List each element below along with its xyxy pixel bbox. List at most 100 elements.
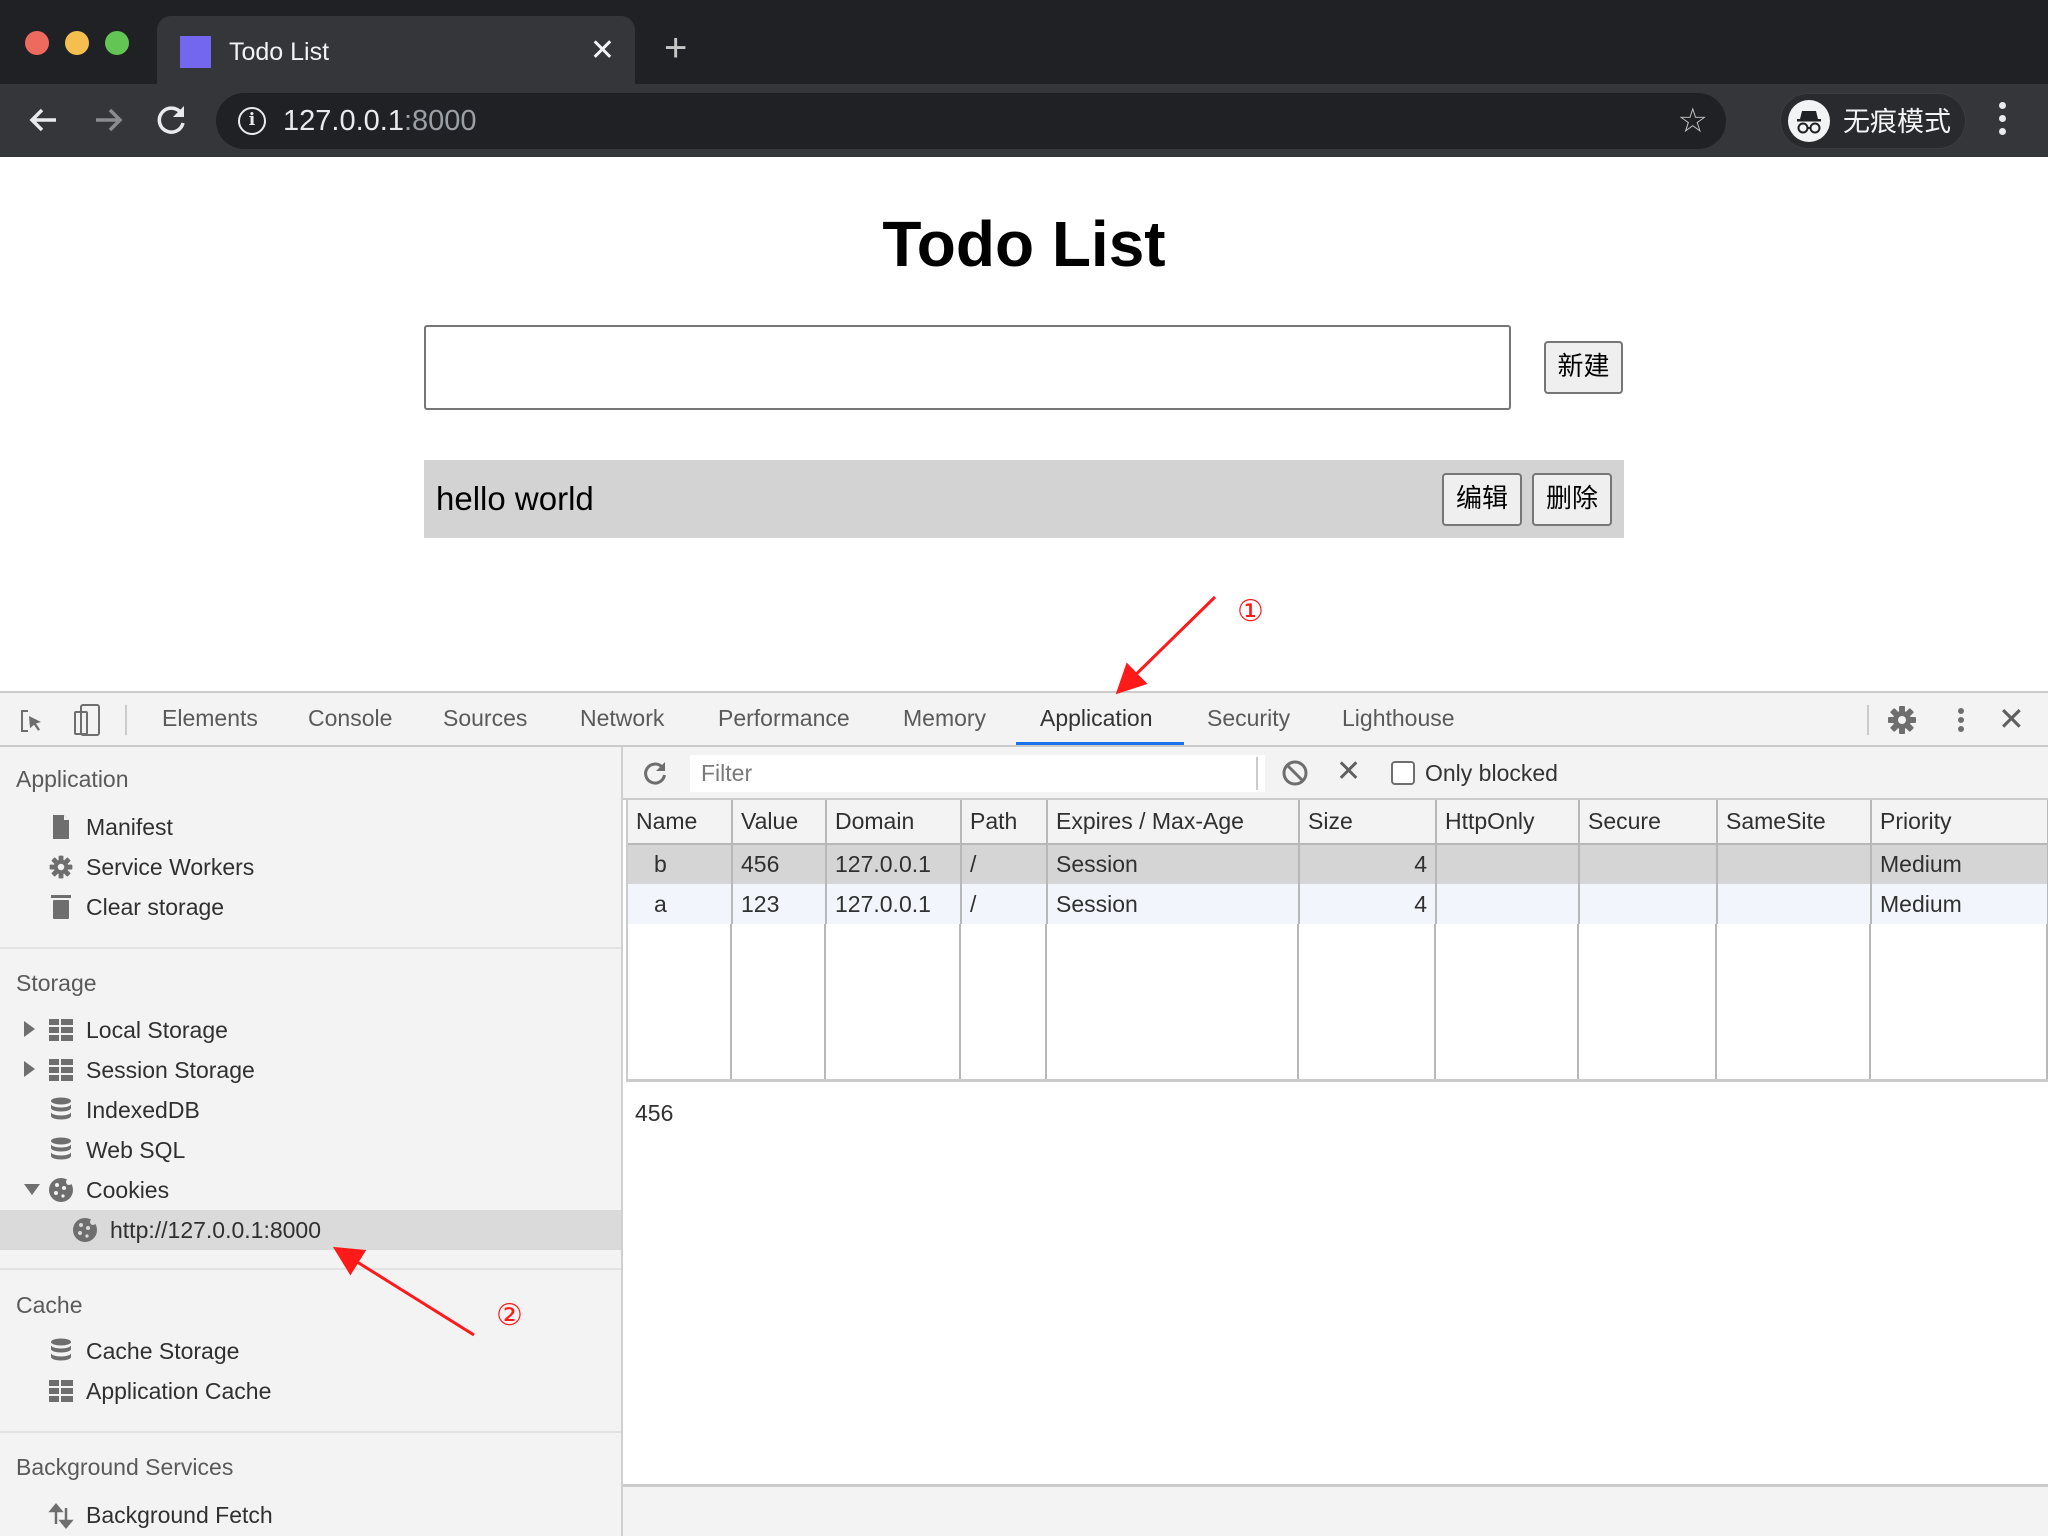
delete-selected-icon[interactable]: ✕: [1336, 755, 1361, 789]
cell-size: 4: [1299, 884, 1437, 924]
new-todo-input[interactable]: [424, 325, 1511, 410]
back-arrow-icon[interactable]: [22, 98, 66, 142]
new-todo-button[interactable]: 新建: [1544, 341, 1623, 394]
column-header[interactable]: Expires / Max-Age: [1047, 800, 1300, 845]
info-icon[interactable]: i: [238, 107, 266, 135]
filter-input[interactable]: [690, 755, 1265, 792]
toolbar-divider: [1256, 757, 1258, 790]
window-close-button[interactable]: [25, 31, 49, 55]
tab-application[interactable]: Application: [1038, 693, 1155, 745]
sidebar-item-cookie-origin[interactable]: http://127.0.0.1:8000: [0, 1210, 621, 1250]
section-title-cache: Cache: [16, 1292, 83, 1318]
sidebar-item-label: Manifest: [86, 814, 173, 840]
toolbar-divider: [125, 705, 127, 735]
tab-console[interactable]: Console: [306, 693, 394, 745]
window-maximize-button[interactable]: [105, 31, 129, 55]
tab-close-icon[interactable]: ✕: [590, 34, 615, 68]
active-tab-indicator: [1016, 742, 1184, 745]
incognito-profile-button[interactable]: 无痕模式: [1780, 93, 1966, 149]
grid-icon: [48, 1378, 74, 1404]
sidebar-item-application-cache[interactable]: Application Cache: [0, 1371, 621, 1411]
incognito-label: 无痕模式: [1843, 107, 1951, 137]
new-tab-button[interactable]: +: [664, 28, 687, 68]
section-divider: [0, 947, 621, 949]
cell-httponly: [1436, 844, 1580, 884]
tab-lighthouse[interactable]: Lighthouse: [1340, 693, 1457, 745]
window-minimize-button[interactable]: [65, 31, 89, 55]
device-toolbar-icon[interactable]: [72, 703, 102, 737]
delete-todo-button[interactable]: 删除: [1532, 473, 1612, 526]
cell-priority: Medium: [1871, 844, 2048, 884]
sidebar-item-label: Clear storage: [86, 894, 225, 920]
column-header[interactable]: Secure: [1579, 800, 1718, 845]
column-divider: [1434, 924, 1436, 1079]
reload-icon[interactable]: [150, 98, 194, 142]
column-header[interactable]: HttpOnly: [1436, 800, 1580, 845]
cell-secure: [1579, 884, 1718, 924]
sidebar-item-session-storage[interactable]: Session Storage: [0, 1050, 621, 1090]
section-title-storage: Storage: [16, 970, 97, 996]
sidebar-item-label: Cookies: [86, 1177, 170, 1203]
gear-icon: [48, 854, 74, 880]
sidebar-item-local-storage[interactable]: Local Storage: [0, 1010, 621, 1050]
column-header[interactable]: Name: [628, 800, 733, 845]
annotation-label-1: ①: [1237, 594, 1264, 629]
cell-domain: 127.0.0.1: [826, 884, 962, 924]
sidebar-item-service-workers[interactable]: Service Workers: [0, 847, 621, 887]
grid-icon: [48, 1017, 74, 1043]
expand-arrow-icon[interactable]: [24, 1021, 35, 1037]
devtools-close-icon[interactable]: ✕: [1998, 701, 2025, 737]
table-row[interactable]: a 123 127.0.0.1 / Session 4 Medium: [628, 884, 2048, 924]
clear-all-block-icon[interactable]: [1281, 759, 1309, 787]
column-header[interactable]: Size: [1299, 800, 1437, 845]
tab-performance[interactable]: Performance: [716, 693, 852, 745]
sidebar-item-web-sql[interactable]: Web SQL: [0, 1130, 621, 1170]
sidebar-item-cookies[interactable]: Cookies: [0, 1170, 621, 1210]
table-row[interactable]: b 456 127.0.0.1 / Session 4 Medium: [628, 844, 2048, 884]
edit-todo-button[interactable]: 编辑: [1442, 473, 1522, 526]
forward-arrow-icon[interactable]: [86, 98, 130, 142]
column-divider: [1045, 924, 1047, 1079]
grid-icon: [48, 1057, 74, 1083]
only-blocked-checkbox[interactable]: [1391, 761, 1415, 785]
sidebar-item-indexeddb[interactable]: IndexedDB: [0, 1090, 621, 1130]
refresh-icon[interactable]: [641, 759, 669, 787]
column-header[interactable]: SameSite: [1717, 800, 1872, 845]
settings-gear-icon[interactable]: [1886, 704, 1918, 736]
column-divider: [1715, 924, 1717, 1079]
browser-tab-active[interactable]: Todo List ✕: [157, 16, 635, 84]
tab-memory[interactable]: Memory: [901, 693, 988, 745]
todo-text: hello world: [436, 480, 594, 517]
inspect-element-icon[interactable]: [18, 707, 44, 733]
devtools-more-icon[interactable]: [1951, 705, 1971, 735]
devtools-panel: Elements Console Sources Network Perform…: [0, 691, 2048, 1536]
collapse-arrow-icon[interactable]: [24, 1184, 40, 1195]
column-header[interactable]: Priority: [1871, 800, 2048, 845]
sidebar-item-background-fetch[interactable]: Background Fetch: [0, 1495, 621, 1535]
browser-tab-strip: Todo List ✕ +: [0, 0, 2048, 84]
column-header[interactable]: Domain: [826, 800, 962, 845]
sidebar-item-cache-storage[interactable]: Cache Storage: [0, 1331, 621, 1371]
tab-network[interactable]: Network: [578, 693, 666, 745]
column-header[interactable]: Path: [961, 800, 1048, 845]
cell-value: 123: [732, 884, 827, 924]
cell-domain: 127.0.0.1: [826, 844, 962, 884]
browser-toolbar: i 127.0.0.1:8000 ☆ 无痕模式: [0, 84, 2048, 157]
cell-samesite: [1717, 844, 1872, 884]
sidebar-item-label: http://127.0.0.1:8000: [110, 1217, 322, 1243]
bookmark-star-icon[interactable]: ☆: [1678, 101, 1708, 141]
column-header[interactable]: Value: [732, 800, 827, 845]
cell-priority: Medium: [1871, 884, 2048, 924]
tab-sources[interactable]: Sources: [441, 693, 529, 745]
sidebar-item-manifest[interactable]: Manifest: [0, 807, 621, 847]
cell-value: 456: [732, 844, 827, 884]
column-divider: [730, 924, 732, 1079]
browser-menu-icon[interactable]: [1992, 96, 2012, 144]
tab-security[interactable]: Security: [1205, 693, 1292, 745]
address-bar[interactable]: i 127.0.0.1:8000 ☆: [216, 93, 1726, 149]
expand-arrow-icon[interactable]: [24, 1061, 35, 1077]
cell-samesite: [1717, 884, 1872, 924]
tab-elements[interactable]: Elements: [160, 693, 260, 745]
sidebar-item-clear-storage[interactable]: Clear storage: [0, 887, 621, 927]
url-text[interactable]: 127.0.0.1:8000: [283, 105, 477, 137]
